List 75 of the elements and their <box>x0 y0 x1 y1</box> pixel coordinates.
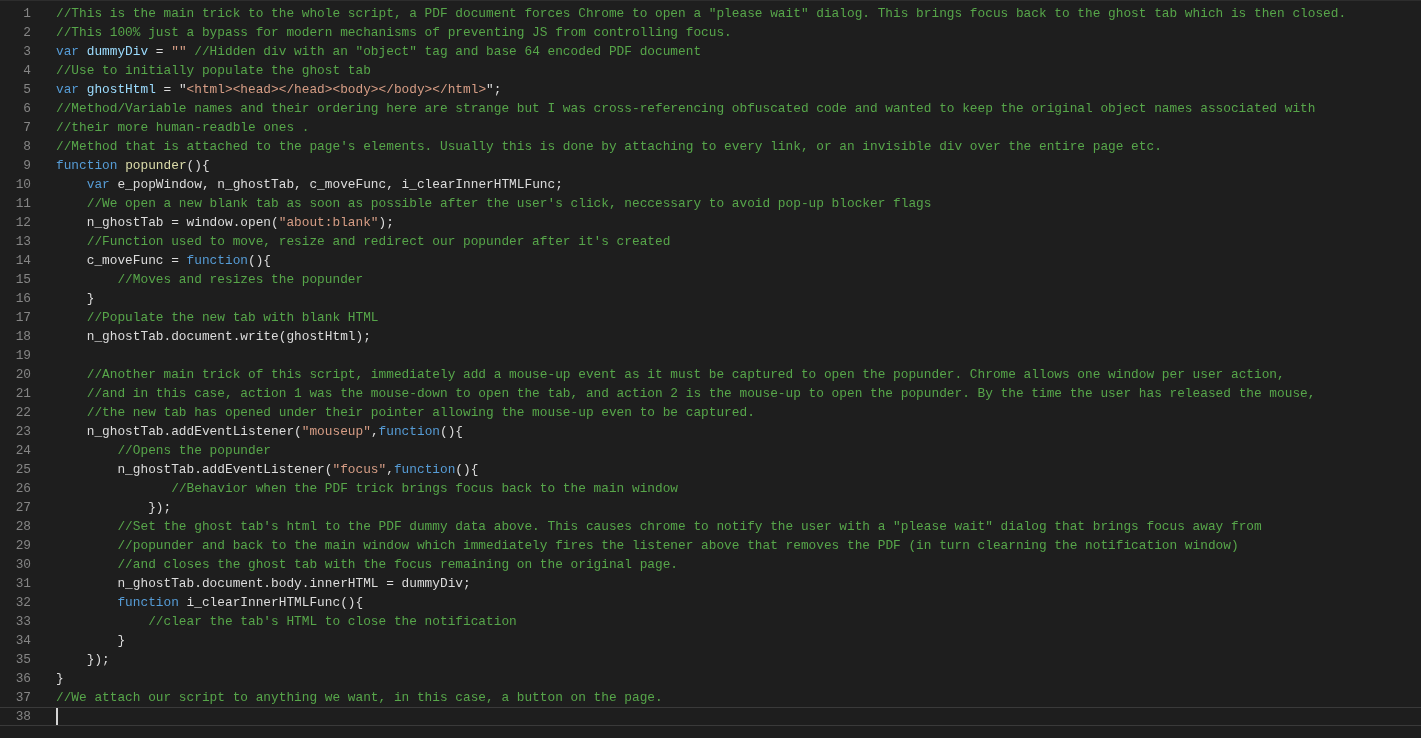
code-line: //their more human-readble ones . <box>56 118 310 137</box>
code-line: //and closes the ghost tab with the focus remaining on the original page. <box>117 555 679 574</box>
line-number: 14 <box>14 251 31 270</box>
code-line: }); <box>86 650 110 669</box>
line-number: 30 <box>14 555 31 574</box>
line-number: 17 <box>14 308 31 327</box>
code-line: //Use to initially populate the ghost tab <box>56 61 371 80</box>
code-line: n_ghostTab.addEventListener("focus",function(){ <box>117 460 479 479</box>
code-line: n_ghostTab.document.body.innerHTML = dummyDiv; <box>117 574 471 593</box>
line-number: 25 <box>14 460 31 479</box>
line-number: 23 <box>14 422 31 441</box>
text-cursor <box>56 708 58 725</box>
code-line: //clear the tab's HTML to close the notification <box>148 612 517 631</box>
line-number: 6 <box>22 99 31 118</box>
code-line: //This is the main trick to the whole script, a PDF document forces Chrome to open a "please wait" dialog. This brings focus back to the ghost tab which is then closed. <box>56 4 1347 23</box>
code-line: var dummyDiv = "" //Hidden div with an "object" tag and base 64 encoded PDF document <box>56 42 702 61</box>
line-number: 24 <box>14 441 31 460</box>
line-number: 33 <box>14 612 31 631</box>
code-line: function i_clearInnerHTMLFunc(){ <box>117 593 364 612</box>
line-number: 22 <box>14 403 31 422</box>
line-number: 34 <box>14 631 31 650</box>
code-line: } <box>86 289 95 308</box>
line-number: 35 <box>14 650 31 669</box>
code-line: }); <box>148 498 172 517</box>
line-number: 11 <box>14 194 31 213</box>
line-number: 32 <box>14 593 31 612</box>
code-line: //the new tab has opened under their pointer allowing the mouse-up even to be captured. <box>86 403 755 422</box>
code-line: //popunder and back to the main window which immediately fires the listener above that removes the PDF (in turn clearning the notification window) <box>117 536 1239 555</box>
line-number: 18 <box>14 327 31 346</box>
code-line: var e_popWindow, n_ghostTab, c_moveFunc, i_clearInnerHTMLFunc; <box>86 175 563 194</box>
code-line: } <box>56 669 64 688</box>
code-line: //Populate the new tab with blank HTML <box>86 308 379 327</box>
line-number: 12 <box>14 213 31 232</box>
line-number: 29 <box>14 536 31 555</box>
line-number: 28 <box>14 517 31 536</box>
code-line: //Moves and resizes the popunder <box>117 270 364 289</box>
line-number: 7 <box>22 118 31 137</box>
code-line: //Method/Variable names and their ordering here are strange but I was cross-referencing obfuscated code and wanted to keep the original object names associated with <box>56 99 1316 118</box>
line-number: 15 <box>14 270 31 289</box>
code-line: function popunder(){ <box>56 156 210 175</box>
line-number: 5 <box>22 80 31 99</box>
code-line: //and in this case, action 1 was the mouse-down to open the tab, and action 2 is the mouse-up to open the popunder. By the time the user has released the mouse, <box>86 384 1316 403</box>
line-number: 37 <box>14 688 31 707</box>
code-line: //Method that is attached to the page's elements. Usually this is done by attaching to every link, or an invisible div over the entire page etc. <box>56 137 1162 156</box>
code-line: //We open a new blank tab as soon as possible after the user's click, neccessary to avoid pop-up blocker flags <box>86 194 932 213</box>
code-line: n_ghostTab = window.open("about:blank"); <box>86 213 394 232</box>
line-number: 1 <box>22 4 31 23</box>
line-number: 36 <box>14 669 31 688</box>
line-number: 16 <box>14 289 31 308</box>
code-line: } <box>117 631 126 650</box>
line-number: 31 <box>14 574 31 593</box>
line-number: 8 <box>22 137 31 156</box>
code-line: n_ghostTab.addEventListener("mouseup",function(){ <box>86 422 464 441</box>
line-number: 19 <box>14 346 31 365</box>
code-line: c_moveFunc = function(){ <box>86 251 272 270</box>
line-number: 3 <box>22 42 31 61</box>
line-number: 13 <box>14 232 31 251</box>
line-number: 26 <box>14 479 31 498</box>
line-number: 20 <box>14 365 31 384</box>
line-number: 2 <box>22 23 31 42</box>
code-line: //Another main trick of this script, immediately add a mouse-up event as it must be captured to open the popunder. Chrome allows one window per user action, <box>86 365 1285 384</box>
code-line: //We attach our script to anything we want, in this case, a button on the page. <box>56 688 663 707</box>
line-number: 38 <box>14 707 31 726</box>
code-line: //Opens the popunder <box>117 441 272 460</box>
line-number: 21 <box>14 384 31 403</box>
code-line: n_ghostTab.document.write(ghostHtml); <box>86 327 371 346</box>
line-number: 4 <box>22 61 31 80</box>
code-line: //Set the ghost tab's html to the PDF dummy data above. This causes chrome to notify the user with a "please wait" dialog that brings focus away from <box>117 517 1262 536</box>
line-number: 9 <box>22 156 31 175</box>
line-number: 10 <box>14 175 31 194</box>
line-number: 27 <box>14 498 31 517</box>
code-line: var ghostHtml = "<html><head></head><body></body></html>"; <box>56 80 502 99</box>
code-line: //Behavior when the PDF trick brings focus back to the main window <box>171 479 679 498</box>
code-line: //This 100% just a bypass for modern mechanisms of preventing JS from controlling focus. <box>56 23 732 42</box>
code-line: //Function used to move, resize and redirect our popunder after it's created <box>86 232 671 251</box>
